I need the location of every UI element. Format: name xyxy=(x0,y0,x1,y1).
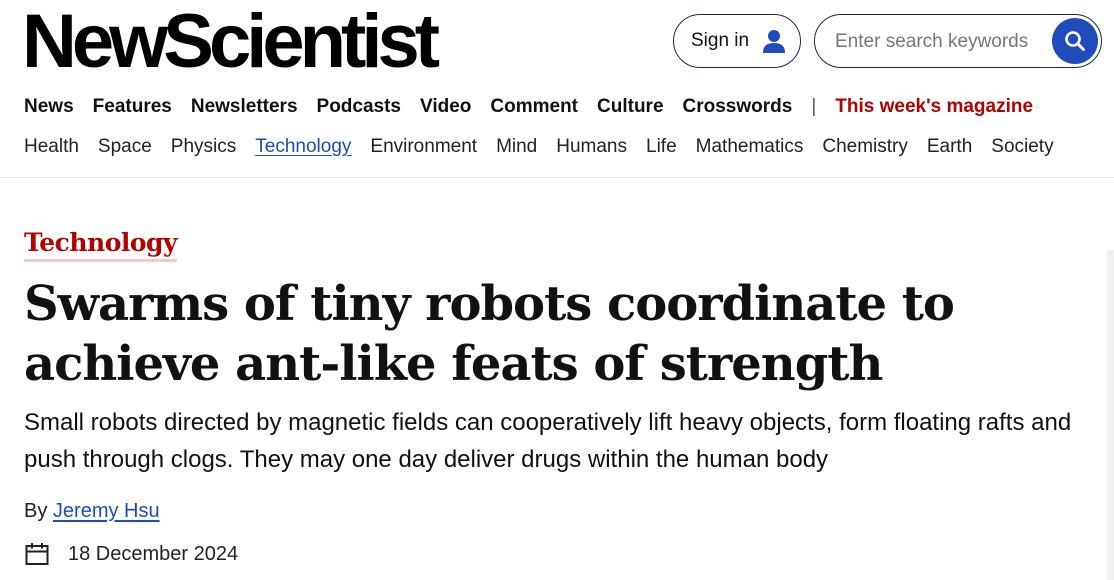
search-input[interactable] xyxy=(833,27,1037,57)
section-chemistry[interactable]: Chemistry xyxy=(822,136,908,158)
byline: By Jeremy Hsu xyxy=(24,500,1084,523)
calendar-icon xyxy=(25,543,49,565)
nav-culture[interactable]: Culture xyxy=(597,96,664,118)
article-headline: Swarms of tiny robots coordinate to achi… xyxy=(24,276,955,392)
scrollbar-track[interactable] xyxy=(1107,250,1114,580)
site-logo[interactable]: NewScientist xyxy=(22,2,440,82)
section-mind[interactable]: Mind xyxy=(496,136,537,158)
section-health[interactable]: Health xyxy=(24,136,79,158)
search-box xyxy=(814,14,1102,68)
main-nav: News Features Newsletters Podcasts Video… xyxy=(24,96,1052,118)
nav-this-weeks-magazine[interactable]: This week's magazine xyxy=(835,96,1033,118)
section-technology[interactable]: Technology xyxy=(255,136,351,158)
nav-newsletters[interactable]: Newsletters xyxy=(191,96,298,118)
nav-news[interactable]: News xyxy=(24,96,74,118)
nav-comment[interactable]: Comment xyxy=(490,96,578,118)
search-icon xyxy=(1065,31,1085,51)
section-life[interactable]: Life xyxy=(646,136,677,158)
author-link[interactable]: Jeremy Hsu xyxy=(53,500,160,522)
publish-date-text: 18 December 2024 xyxy=(68,542,239,565)
sign-in-label: Sign in xyxy=(691,30,750,51)
section-society[interactable]: Society xyxy=(991,136,1053,158)
publish-date: 18 December 2024 xyxy=(24,541,1084,567)
section-earth[interactable]: Earth xyxy=(927,136,972,158)
search-button[interactable] xyxy=(1052,18,1098,64)
nav-video[interactable]: Video xyxy=(420,96,471,118)
article: Technology Swarms of tiny robots coordin… xyxy=(24,228,1084,567)
section-physics[interactable]: Physics xyxy=(171,136,236,158)
section-humans[interactable]: Humans xyxy=(556,136,627,158)
article-standfirst: Small robots directed by magnetic fields… xyxy=(24,409,1072,473)
byline-prefix: By xyxy=(24,500,48,522)
user-icon xyxy=(763,30,786,53)
nav-podcasts[interactable]: Podcasts xyxy=(317,96,401,118)
nav-separator: | xyxy=(811,96,817,117)
section-environment[interactable]: Environment xyxy=(370,136,477,158)
nav-crosswords[interactable]: Crosswords xyxy=(683,96,793,118)
section-mathematics[interactable]: Mathematics xyxy=(696,136,804,158)
section-space[interactable]: Space xyxy=(98,136,152,158)
nav-features[interactable]: Features xyxy=(93,96,172,118)
site-header: NewScientist Sign in News Features Newsl… xyxy=(0,0,1114,178)
sign-in-button[interactable]: Sign in xyxy=(673,14,801,68)
article-category-link[interactable]: Technology xyxy=(24,228,178,262)
section-nav: Health Space Physics Technology Environm… xyxy=(24,136,1073,158)
